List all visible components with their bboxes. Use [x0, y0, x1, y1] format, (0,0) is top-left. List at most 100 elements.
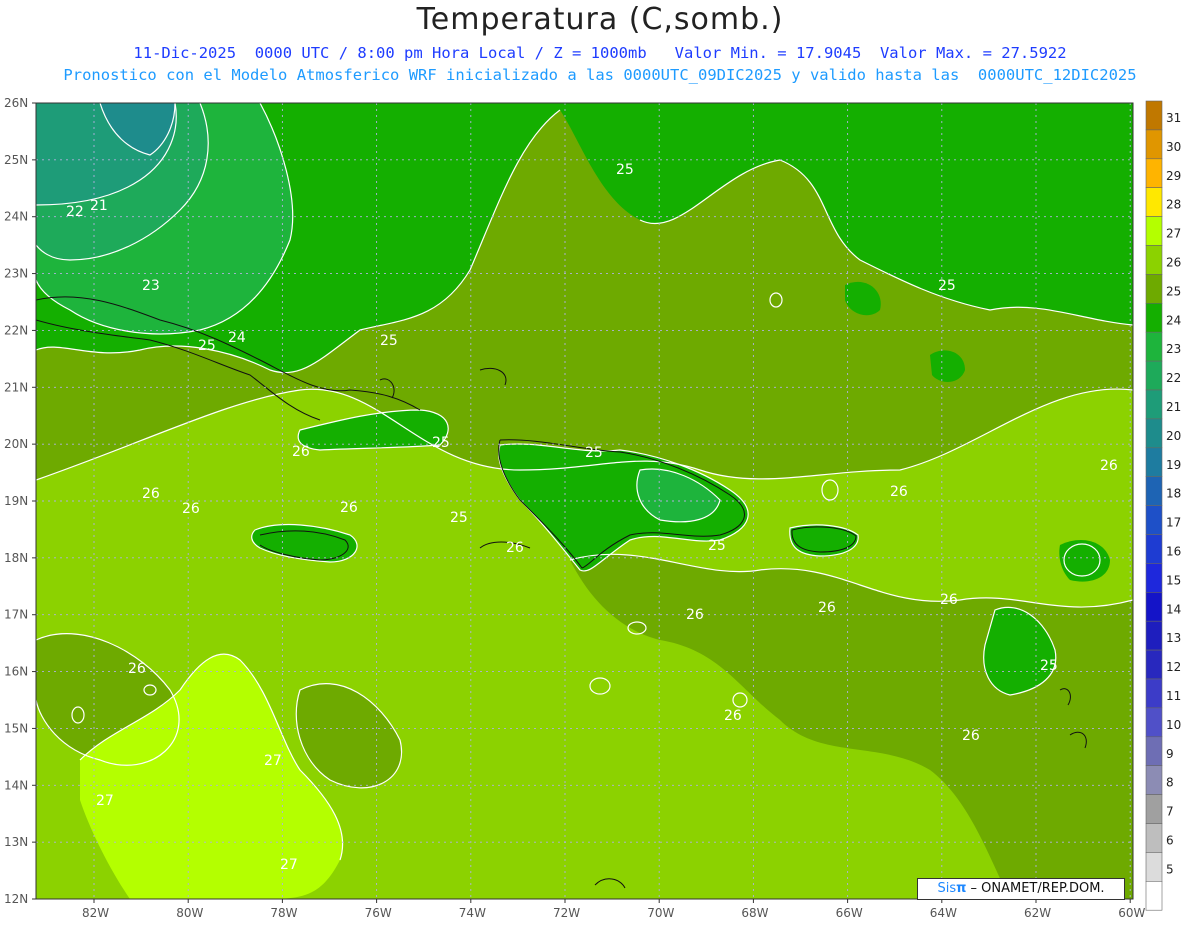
contour-label: 26	[292, 444, 310, 460]
colorbar-level-label: 6	[1166, 834, 1174, 848]
contour-label: 27	[264, 753, 282, 769]
lat-label: 25N	[4, 153, 28, 167]
contour-label: 25	[380, 333, 398, 349]
contour-label: 24	[228, 330, 246, 346]
lat-label: 15N	[4, 721, 28, 735]
lon-label: 66W	[836, 906, 863, 920]
temperature-field	[36, 103, 1133, 899]
colorbar-swatch	[1145, 447, 1163, 477]
lat-axis: 26N 25N 24N 23N 22N 21N 20N 19N 18N 17N 16N 15N 14N 1…	[4, 96, 36, 906]
contour-label: 26	[686, 607, 704, 623]
colorbar-swatch	[1145, 331, 1163, 362]
temperature-map: 26N 25N 24N 23N 22N 21N 20N 19N 18N 17N 16N 15N 14N 1…	[4, 96, 1181, 920]
colorbar-swatch	[1145, 620, 1163, 651]
lat-label: 22N	[4, 323, 28, 337]
contour-label: 22	[66, 204, 84, 220]
contour-label: 25	[450, 510, 468, 526]
colorbar-swatch	[1145, 794, 1163, 824]
colorbar-level-label: 11	[1166, 689, 1181, 703]
lon-label: 62W	[1024, 906, 1051, 920]
lon-label: 68W	[741, 906, 768, 920]
contour-label: 25	[938, 278, 956, 294]
colorbar-swatch	[1145, 591, 1163, 622]
colorbar-swatch	[1145, 823, 1163, 853]
lat-label: 18N	[4, 551, 28, 565]
brand-suffix: – ONAMET/REP.DOM.	[966, 881, 1105, 896]
contour-label: 26	[1100, 458, 1118, 474]
lon-label: 72W	[553, 906, 580, 920]
colorbar-level-label: 9	[1166, 747, 1174, 761]
contour-label: 25	[1040, 658, 1058, 674]
lon-label: 82W	[82, 906, 109, 920]
contour-label: 25	[616, 162, 634, 178]
brand-prefix: Sis	[937, 881, 957, 896]
contour-label: 26	[142, 486, 160, 502]
contour-label: 27	[280, 857, 298, 873]
colorbar-swatch	[1145, 158, 1163, 189]
colorbar-swatch	[1145, 736, 1163, 766]
lon-label: 80W	[176, 906, 203, 920]
colorbar-level-label: 10	[1166, 718, 1181, 732]
lat-label: 19N	[4, 494, 28, 508]
colorbar-swatch	[1145, 216, 1163, 246]
colorbar-level-label: 25	[1166, 284, 1181, 298]
colorbar-level-label: 30	[1166, 140, 1181, 154]
colorbar-level-label: 8	[1166, 776, 1174, 790]
colorbar-level-label: 21	[1166, 400, 1181, 414]
lon-label: 60W	[1118, 906, 1145, 920]
colorbar-level-label: 24	[1166, 313, 1181, 327]
colorbar-swatch	[1145, 418, 1163, 449]
lon-label: 74W	[459, 906, 486, 920]
colorbar-swatch	[1145, 129, 1163, 160]
sispi-onamet-brand: Sisπ – ONAMET/REP.DOM.	[917, 878, 1125, 900]
lat-label: 24N	[4, 210, 28, 224]
contour-label: 26	[818, 600, 836, 616]
colorbar-level-label: 5	[1166, 862, 1174, 876]
colorbar-swatch	[1145, 707, 1163, 738]
colorbar-swatch	[1145, 649, 1163, 680]
colorbar-swatch	[1145, 476, 1163, 506]
colorbar-level-label: 14	[1166, 602, 1181, 616]
contour-label: 21	[90, 198, 108, 214]
colorbar-level-label: 7	[1166, 805, 1174, 819]
colorbar-swatch	[1145, 274, 1163, 304]
lat-label: 17N	[4, 608, 28, 622]
colorbar-level-label: 16	[1166, 545, 1181, 559]
colorbar-swatch	[1145, 360, 1163, 391]
colorbar-swatch	[1145, 563, 1163, 593]
lat-label: 26N	[4, 96, 28, 110]
lat-label: 16N	[4, 665, 28, 679]
colorbar-swatch	[1145, 534, 1163, 564]
lat-label: 21N	[4, 380, 28, 394]
contour-label: 26	[962, 728, 980, 744]
contour-label: 25	[708, 538, 726, 554]
colorbar-level-label: 28	[1166, 198, 1181, 212]
colorbar-level-label: 19	[1166, 458, 1181, 472]
colorbar-level-label: 22	[1166, 371, 1181, 385]
lat-label: 20N	[4, 437, 28, 451]
colorbar-level-label: 20	[1166, 429, 1181, 443]
lon-label: 64W	[930, 906, 957, 920]
contour-label: 26	[890, 484, 908, 500]
colorbar-swatch	[1145, 245, 1163, 275]
colorbar-swatch	[1145, 302, 1163, 333]
colorbar-swatch	[1145, 389, 1163, 420]
colorbar-level-label: 27	[1166, 227, 1181, 241]
lat-label: 13N	[4, 835, 28, 849]
colorbar-swatch	[1145, 880, 1163, 911]
colorbar-level-label: 29	[1166, 169, 1181, 183]
colorbar-swatch	[1145, 100, 1163, 131]
contour-label: 26	[724, 708, 742, 724]
colorbar-swatch	[1145, 765, 1163, 795]
colorbar: 31 30 29 28 27 26 25 24 23 22 21 20 19 18 17 16 15 14 13 12…	[1145, 100, 1181, 911]
colorbar-level-label: 15	[1166, 573, 1181, 587]
contour-label: 25	[432, 435, 450, 451]
colorbar-swatch	[1145, 678, 1163, 709]
lat-label: 14N	[4, 778, 28, 792]
colorbar-level-label: 13	[1166, 631, 1181, 645]
contour-label: 25	[585, 445, 603, 461]
lon-label: 76W	[365, 906, 392, 920]
colorbar-swatch	[1145, 852, 1163, 882]
contour-label: 27	[96, 793, 114, 809]
contour-label: 26	[340, 500, 358, 516]
